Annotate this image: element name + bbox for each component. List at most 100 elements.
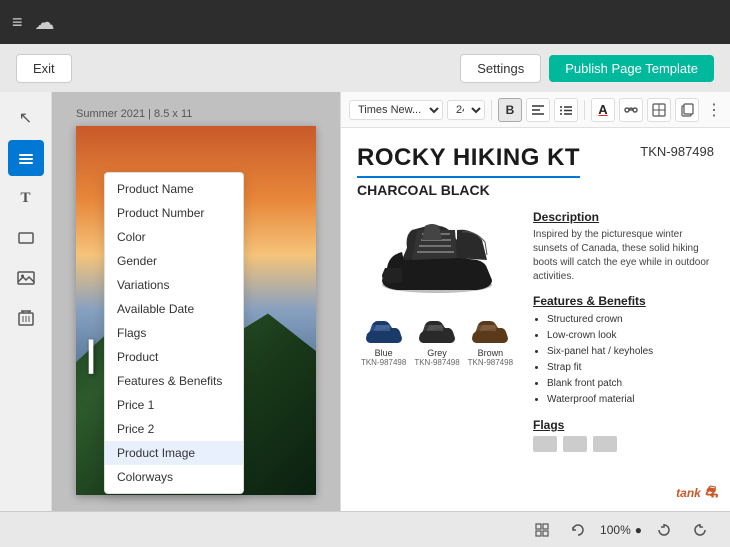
- product-body: Blue TKN-987498 Grey: [357, 210, 714, 452]
- description-text: Inspired by the picturesque winter sunse…: [533, 228, 714, 284]
- undo-tool[interactable]: [650, 516, 678, 544]
- zoom-level: 100%: [600, 523, 631, 537]
- dropdown-item-product-name[interactable]: Product Name: [105, 177, 243, 201]
- exit-button[interactable]: Exit: [16, 54, 72, 83]
- product-header: ROCKY HIKING KT TKN-987498: [357, 144, 714, 178]
- copy-button[interactable]: [675, 98, 699, 122]
- grid-icon: [535, 523, 549, 537]
- features-list: Structured crown Low-crown look Six-pane…: [533, 312, 714, 408]
- editor-panel: Times New... 24 B: [340, 92, 730, 511]
- font-family-select[interactable]: Times New...: [349, 100, 443, 120]
- shoe-variants: Blue TKN-987498 Grey: [361, 318, 513, 367]
- variant-blue-sku: TKN-987498: [361, 358, 406, 367]
- product-color: CHARCOAL BLACK: [357, 182, 714, 198]
- trash-icon: [18, 309, 34, 327]
- flag-2: [563, 436, 587, 452]
- rectangle-tool[interactable]: [8, 220, 44, 256]
- flag-3: [593, 436, 617, 452]
- publish-button[interactable]: Publish Page Template: [549, 55, 714, 82]
- dropdown-item-price1[interactable]: Price 1: [105, 393, 243, 417]
- cloud-icon: ☁: [35, 10, 55, 35]
- redo-icon: [693, 523, 707, 537]
- refresh-tool[interactable]: [564, 516, 592, 544]
- dropdown-item-features[interactable]: Features & Benefits: [105, 369, 243, 393]
- dropdown-item-gender[interactable]: Gender: [105, 249, 243, 273]
- variant-brown-name: Brown: [478, 348, 504, 358]
- variant-grey-sku: TKN-987498: [414, 358, 459, 367]
- link-icon: [624, 105, 638, 115]
- editor-toolbar: Times New... 24 B: [341, 92, 730, 128]
- feature-6: Waterproof material: [547, 392, 714, 408]
- flags-row: [533, 436, 714, 452]
- canvas-label: Summer 2021 | 8.5 x 11: [76, 108, 192, 120]
- dropdown-item-price2[interactable]: Price 2: [105, 417, 243, 441]
- main-shoe-image: [367, 210, 507, 310]
- variant-blue-name: Blue: [375, 348, 393, 358]
- topbar: ≡ ☁: [0, 0, 730, 44]
- product-name: ROCKY HIKING KT: [357, 144, 580, 178]
- bottom-bar: 100% ●: [0, 511, 730, 547]
- align-left-icon: [532, 105, 544, 115]
- left-sidebar: ↖ T: [0, 92, 52, 511]
- dropdown-item-variations[interactable]: Variations: [105, 273, 243, 297]
- tank-brand-text: tank: [676, 486, 701, 500]
- table-button[interactable]: [647, 98, 671, 122]
- toolbar-separator-2: [584, 100, 585, 120]
- menu-icon[interactable]: ≡: [12, 12, 23, 33]
- layers-tool[interactable]: [8, 140, 44, 176]
- variant-brown: Brown TKN-987498: [468, 318, 513, 367]
- dropdown-item-colorways[interactable]: Colorways: [105, 465, 243, 489]
- feature-2: Low-crown look: [547, 328, 714, 344]
- toolbar-right: Settings Publish Page Template: [460, 54, 714, 83]
- variant-blue: Blue TKN-987498: [361, 318, 406, 367]
- refresh-icon: [571, 523, 585, 537]
- variant-brown-sku: TKN-987498: [468, 358, 513, 367]
- flag-1: [533, 436, 557, 452]
- flags-title: Flags: [533, 418, 714, 432]
- font-size-select[interactable]: 24: [447, 100, 485, 120]
- table-icon: [652, 103, 666, 117]
- features-title: Features & Benefits: [533, 294, 714, 308]
- select-tool[interactable]: ↖: [8, 100, 44, 136]
- feature-3: Six-panel hat / keyholes: [547, 344, 714, 360]
- variant-brown-image: [468, 318, 512, 348]
- field-dropdown: Product Name Product Number Color Gender…: [104, 172, 244, 494]
- product-image-area: Blue TKN-987498 Grey: [357, 210, 517, 452]
- variant-grey: Grey TKN-987498: [414, 318, 459, 367]
- list-button[interactable]: [554, 98, 578, 122]
- variant-blue-image: [362, 318, 406, 348]
- trash-tool[interactable]: [8, 300, 44, 336]
- dropdown-item-flags[interactable]: Flags: [105, 321, 243, 345]
- align-left-button[interactable]: [526, 98, 550, 122]
- more-options-button[interactable]: ⋮: [706, 100, 722, 120]
- dropdown-item-product-image[interactable]: Product Image: [105, 441, 243, 465]
- list-icon: [560, 105, 572, 115]
- copy-icon: [681, 103, 694, 117]
- variant-grey-name: Grey: [427, 348, 447, 358]
- dropdown-item-product-number[interactable]: Product Number: [105, 201, 243, 225]
- toolbar-row: Exit Settings Publish Page Template: [0, 44, 730, 92]
- undo-icon: [657, 523, 671, 537]
- zoom-display: 100% ●: [600, 523, 642, 537]
- feature-4: Strap fit: [547, 360, 714, 376]
- bold-button[interactable]: B: [498, 98, 522, 122]
- toolbar-left: Exit: [16, 54, 72, 83]
- image-tool[interactable]: [8, 260, 44, 296]
- variant-grey-image: [415, 318, 459, 348]
- redo-tool[interactable]: [686, 516, 714, 544]
- toolbar-separator-1: [491, 100, 492, 120]
- link-button[interactable]: [619, 98, 643, 122]
- dropdown-item-available-date[interactable]: Available Date: [105, 297, 243, 321]
- main-area: ↖ T: [0, 92, 730, 511]
- grid-tool[interactable]: [528, 516, 556, 544]
- text-color-button[interactable]: A: [591, 98, 615, 122]
- settings-button[interactable]: Settings: [460, 54, 541, 83]
- feature-5: Blank front patch: [547, 376, 714, 392]
- editor-content: ROCKY HIKING KT TKN-987498 CHARCOAL BLAC…: [341, 128, 730, 511]
- dropdown-item-color[interactable]: Color: [105, 225, 243, 249]
- dropdown-item-product[interactable]: Product: [105, 345, 243, 369]
- tank-logo: tank ⛐: [676, 483, 718, 503]
- image-icon: [17, 269, 35, 287]
- text-tool[interactable]: T: [8, 180, 44, 216]
- zoom-icon: ●: [635, 523, 642, 537]
